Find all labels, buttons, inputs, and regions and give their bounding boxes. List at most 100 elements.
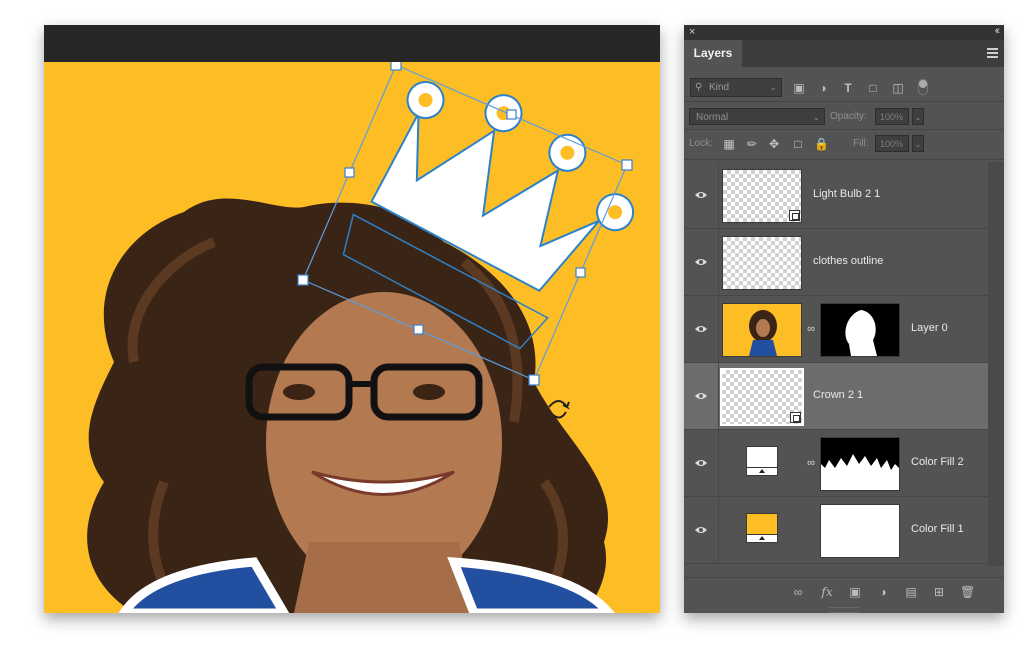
layer-mask-thumbnail[interactable] (820, 504, 900, 558)
lock-position-icon[interactable]: ✥ (767, 137, 781, 151)
tab-layers[interactable]: Layers (684, 40, 742, 67)
new-group-folder-icon[interactable]: ▤ (904, 585, 918, 599)
transform-handle-bottom (413, 324, 424, 335)
layer-mask-thumbnail[interactable] (820, 303, 900, 357)
panel-resize-grip[interactable] (829, 607, 859, 613)
opacity-dropdown-icon[interactable]: ⌄ (912, 108, 924, 125)
new-adjustment-layer-icon[interactable]: ◑ (876, 585, 890, 599)
layer-thumbnail[interactable] (722, 169, 802, 223)
transform-handle-bottom-right (528, 374, 540, 386)
opacity-label: Opacity: (830, 111, 867, 122)
eye-icon[interactable] (695, 457, 707, 469)
visibility-cell[interactable] (684, 229, 719, 295)
layer-row[interactable]: clothes outline (684, 229, 988, 296)
transform-handle-top (506, 109, 517, 120)
link-layers-icon[interactable]: ∞ (791, 585, 805, 599)
layer-row[interactable]: Light Bulb 2 1 (684, 162, 988, 229)
chevron-down-icon: ⌄ (769, 82, 777, 92)
lock-image-pixels-icon[interactable]: ✏ (745, 137, 759, 151)
layer-row[interactable]: ∞ Color Fill 2 (684, 430, 988, 497)
panel-bottom-toolbar: ∞ fx ▣ ◑ ▤ ⊞ 🗑 (684, 577, 1004, 606)
trash-icon[interactable]: 🗑 (960, 585, 975, 599)
transform-handle-bottom-left (297, 274, 309, 286)
smart-object-badge-icon (789, 210, 800, 221)
eye-icon[interactable] (695, 323, 707, 335)
layer-row[interactable]: ∞ Layer 0 (684, 296, 988, 363)
filter-toggle[interactable] (918, 79, 928, 95)
layer-thumbnail[interactable] (722, 303, 802, 357)
divider (684, 101, 1004, 102)
layers-panel: × ‹‹ Layers ⚲ Kind ⌄ ▣ ◑ T □ ◫ Normal ⌄ … (684, 25, 1004, 613)
link-chain-icon[interactable]: ∞ (807, 323, 815, 336)
search-icon: ⚲ (695, 82, 703, 93)
layer-name[interactable]: Color Fill 1 (911, 523, 964, 535)
layer-thumbnail[interactable] (720, 368, 804, 426)
layer-name[interactable]: clothes outline (813, 255, 883, 267)
visibility-cell[interactable] (684, 296, 719, 362)
canvas[interactable] (44, 62, 660, 613)
opacity-field[interactable]: 100% (875, 108, 909, 125)
lock-artboard-icon[interactable]: □ (791, 137, 805, 151)
transform-handle-top-right (621, 159, 633, 171)
filter-row: ⚲ Kind ⌄ ▣ ◑ T □ ◫ (684, 73, 1004, 99)
divider (684, 129, 1004, 130)
transform-handle-left (344, 167, 355, 178)
eye-icon[interactable] (695, 390, 707, 402)
eye-left (283, 384, 315, 400)
transform-handle-top-left (390, 62, 402, 71)
new-layer-icon[interactable]: ⊞ (932, 585, 946, 599)
panel-menu-icon[interactable] (987, 48, 998, 58)
eye-icon[interactable] (695, 256, 707, 268)
type-filter-icon[interactable]: T (841, 81, 855, 95)
fill-color-swatch[interactable] (746, 446, 778, 476)
neck-shape (294, 542, 474, 613)
layer-mask-thumbnail[interactable] (820, 437, 900, 491)
fill-label: Fill: (853, 138, 869, 149)
close-panel-icon[interactable]: × (689, 26, 695, 38)
shape-filter-icon[interactable]: □ (866, 81, 880, 95)
layers-list: Light Bulb 2 1 clothes outline ∞ Layer 0… (684, 162, 1004, 566)
blend-mode-select[interactable]: Normal ⌄ (689, 108, 825, 125)
fill-color-swatch[interactable] (746, 513, 778, 543)
mask-silhouette (845, 310, 877, 356)
fill-field[interactable]: 100% (875, 135, 909, 152)
blend-row: Normal ⌄ Opacity: 100% ⌄ (684, 105, 1004, 129)
document-window (44, 25, 660, 613)
link-chain-icon[interactable]: ∞ (807, 457, 815, 470)
filter-kind-select[interactable]: ⚲ Kind ⌄ (690, 78, 782, 97)
lock-transparent-pixels-icon[interactable]: ▦ (722, 137, 736, 151)
fill-dropdown-icon[interactable]: ⌄ (912, 135, 924, 152)
chevron-down-icon: ⌄ (812, 112, 820, 122)
mask-hair-edge (821, 438, 899, 470)
layer-style-fx-icon[interactable]: fx (820, 585, 834, 599)
layer-thumbnail[interactable] (722, 236, 802, 290)
eye-right (413, 384, 445, 400)
layer-row-selected[interactable]: Crown 2 1 (684, 363, 988, 430)
visibility-cell[interactable] (684, 363, 719, 429)
photo-thumbnail-image (749, 310, 777, 356)
layer-name[interactable]: Layer 0 (911, 322, 948, 334)
add-mask-icon[interactable]: ▣ (848, 585, 862, 599)
transform-handle-right (575, 267, 586, 278)
layer-row[interactable]: Color Fill 1 (684, 497, 988, 564)
visibility-cell[interactable] (684, 497, 719, 563)
lock-label: Lock: (689, 138, 713, 149)
document-title-bar[interactable] (44, 25, 660, 62)
visibility-cell[interactable] (684, 162, 719, 228)
image-filter-icon[interactable]: ▣ (792, 81, 806, 95)
filter-kind-label: Kind (709, 82, 730, 93)
lock-row: Lock: ▦ ✏ ✥ □ 🔒 Fill: 100% ⌄ (684, 133, 1004, 157)
layer-name[interactable]: Light Bulb 2 1 (813, 188, 880, 200)
smart-object-filter-icon[interactable]: ◫ (891, 81, 905, 95)
layer-name[interactable]: Crown 2 1 (813, 389, 863, 401)
visibility-cell[interactable] (684, 430, 719, 496)
eye-icon[interactable] (695, 189, 707, 201)
lock-all-icon[interactable]: 🔒 (814, 137, 829, 151)
collapse-panel-icon[interactable]: ‹‹ (995, 25, 1001, 37)
eye-icon[interactable] (695, 524, 707, 536)
layer-name[interactable]: Color Fill 2 (911, 456, 964, 468)
adjustment-filter-icon[interactable]: ◑ (816, 81, 830, 95)
smart-object-badge-icon (790, 412, 801, 423)
layers-scrollbar[interactable] (988, 162, 1004, 566)
panel-header-strip: × ‹‹ (684, 25, 1004, 40)
